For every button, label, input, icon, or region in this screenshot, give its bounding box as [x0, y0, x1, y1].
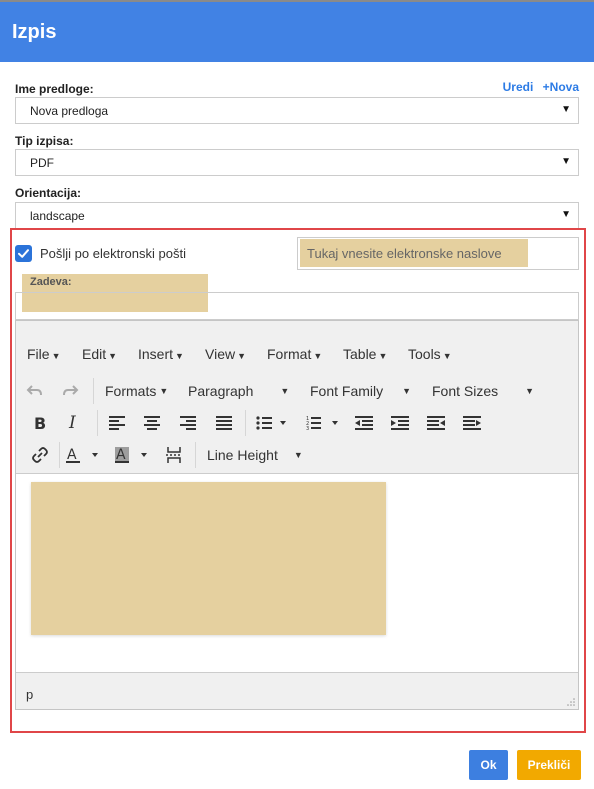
toolbar-separator [97, 410, 98, 436]
orientation-value: landscape [30, 209, 85, 223]
print-dialog: Izpis Ime predloge: Uredi +Nova Nova pre… [0, 0, 594, 789]
menu-tools[interactable]: Tools ▼ [408, 346, 452, 362]
toolbar-row-3: A A Line Height ▼ [16, 440, 578, 470]
align-justify-icon[interactable] [216, 412, 232, 434]
indent-icon[interactable] [391, 412, 409, 434]
print-type-label: Tip izpisa: [15, 134, 74, 148]
menu-view[interactable]: View ▼ [205, 346, 246, 362]
edit-template-link[interactable]: Uredi [503, 80, 534, 94]
print-type-select[interactable]: PDF ▼ [15, 149, 579, 176]
template-label: Ime predloge: [15, 82, 94, 96]
send-email-label: Pošlji po elektronski pošti [40, 246, 186, 261]
link-icon[interactable] [31, 444, 49, 466]
menu-edit[interactable]: Edit ▼ [82, 346, 117, 362]
bullet-list-icon[interactable] [256, 412, 286, 434]
undo-icon[interactable] [26, 380, 44, 402]
toolbar-separator [59, 442, 60, 468]
align-right-icon[interactable] [180, 412, 196, 434]
menu-format[interactable]: Format ▼ [267, 346, 322, 362]
ltr-icon[interactable] [427, 412, 445, 434]
new-template-link[interactable]: +Nova [543, 80, 579, 94]
subject-input[interactable] [15, 292, 579, 320]
editor-content-highlight [31, 482, 386, 635]
dialog-title: Izpis [12, 21, 57, 43]
font-sizes-dropdown[interactable]: Font Sizes ▼ [432, 380, 534, 402]
menu-insert[interactable]: Insert ▼ [138, 346, 184, 362]
redo-icon[interactable] [61, 380, 79, 402]
dialog-header: Izpis [0, 2, 594, 62]
bold-icon[interactable]: B [34, 412, 46, 434]
template-select-value: Nova predloga [30, 104, 109, 118]
template-select[interactable]: Nova predloga ▼ [15, 97, 579, 124]
menu-table[interactable]: Table ▼ [343, 346, 387, 362]
check-icon [18, 249, 29, 258]
print-type-value: PDF [30, 156, 54, 170]
dropdown-arrow-icon: ▼ [561, 104, 571, 115]
dropdown-arrow-icon: ▼ [561, 156, 571, 167]
outdent-icon[interactable] [355, 412, 373, 434]
background-color-icon[interactable]: A [115, 444, 153, 466]
align-center-icon[interactable] [144, 412, 160, 434]
email-addresses-placeholder: Tukaj vnesite elektronske naslove [300, 239, 528, 267]
rtl-icon[interactable] [463, 412, 481, 434]
orientation-label: Orientacija: [15, 186, 82, 200]
editor-content-area[interactable] [16, 473, 578, 673]
menu-file[interactable]: File ▼ [27, 346, 60, 362]
cancel-button[interactable]: Prekliči [517, 750, 581, 780]
svg-text:A: A [116, 447, 126, 463]
toolbar-row-1: Formats ▼ Paragraph ▼ Font Family ▼ Font Si… [16, 376, 578, 406]
subject-label: Zadeva: [30, 276, 72, 288]
svg-text:3: 3 [306, 426, 309, 430]
editor-statusbar: p [16, 674, 578, 709]
editor-menubar: File ▼ Edit ▼ Insert ▼ View ▼ Format ▼ Table ▼… [16, 343, 578, 367]
toolbar-separator [245, 410, 246, 436]
formats-dropdown[interactable]: Formats ▼ [105, 380, 168, 402]
ok-button[interactable]: Ok [469, 750, 508, 780]
resize-handle-icon[interactable] [567, 698, 575, 706]
toolbar-row-2: B I 123 [16, 408, 578, 438]
element-path[interactable]: p [26, 687, 33, 702]
toolbar-separator [195, 442, 196, 468]
send-email-checkbox[interactable] [15, 245, 32, 262]
numbered-list-icon[interactable]: 123 [306, 412, 342, 434]
template-links: Uredi +Nova [497, 80, 579, 94]
svg-text:A: A [67, 447, 77, 463]
dropdown-arrow-icon: ▼ [561, 209, 571, 220]
text-color-icon[interactable]: A [66, 444, 104, 466]
italic-icon[interactable]: I [69, 412, 76, 434]
orientation-select[interactable]: landscape ▼ [15, 202, 579, 229]
paragraph-dropdown[interactable]: Paragraph ▼ [188, 380, 289, 402]
align-left-icon[interactable] [109, 412, 125, 434]
line-height-dropdown[interactable]: Line Height ▼ [207, 444, 303, 466]
font-family-dropdown[interactable]: Font Family ▼ [310, 380, 411, 402]
page-break-icon[interactable] [166, 444, 182, 466]
rich-text-editor: File ▼ Edit ▼ Insert ▼ View ▼ Format ▼ Table ▼… [15, 320, 579, 710]
toolbar-separator [93, 378, 94, 404]
